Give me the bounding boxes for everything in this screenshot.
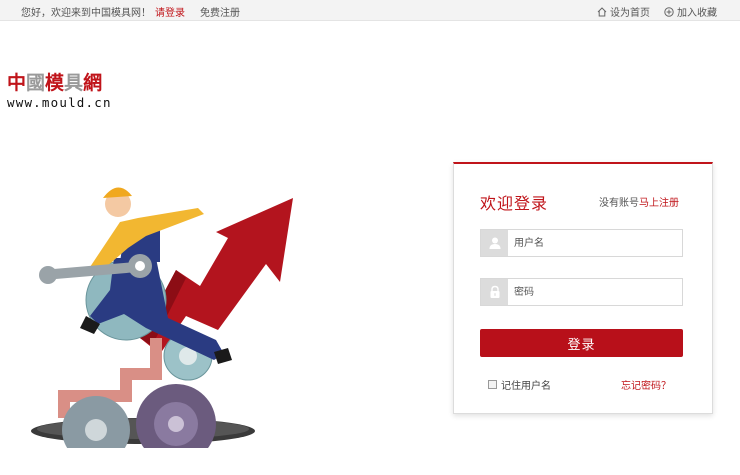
home-icon bbox=[597, 7, 607, 17]
login-button[interactable]: 登录 bbox=[480, 329, 683, 357]
set-home-label: 设为首页 bbox=[610, 8, 650, 19]
greeting-text: 您好，欢迎来到中国模具网！ bbox=[21, 8, 151, 19]
add-favorite-label: 加入收藏 bbox=[677, 8, 717, 19]
register-link[interactable]: 免费注册 bbox=[200, 4, 240, 19]
password-input[interactable] bbox=[514, 283, 674, 301]
logo-domain: www.mould.cn bbox=[7, 95, 112, 110]
set-home-link[interactable]: 设为首页 bbox=[597, 4, 650, 19]
site-logo[interactable]: 中國模具網 www.mould.cn bbox=[7, 72, 112, 110]
login-card: 欢迎登录 没有账号马上注册 登录 记住用户名 忘记密码？ bbox=[453, 162, 713, 414]
top-bar: 您好，欢迎来到中国模具网！ 请登录 免费注册 设为首页 加入收藏 bbox=[0, 0, 740, 21]
remember-username[interactable]: 记住用户名 bbox=[488, 377, 551, 392]
username-input[interactable] bbox=[514, 234, 674, 252]
login-link[interactable]: 请登录 bbox=[155, 4, 185, 19]
login-title: 欢迎登录 bbox=[480, 194, 549, 213]
username-field[interactable] bbox=[480, 229, 683, 257]
remember-label: 记住用户名 bbox=[501, 381, 551, 392]
no-account-text: 没有账号 bbox=[599, 198, 639, 209]
remember-checkbox[interactable] bbox=[488, 380, 497, 389]
register-prompt: 没有账号马上注册 bbox=[599, 194, 679, 209]
password-field[interactable] bbox=[480, 278, 683, 306]
add-circle-icon bbox=[664, 7, 674, 17]
add-favorite-link[interactable]: 加入收藏 bbox=[664, 4, 717, 19]
user-icon bbox=[481, 230, 508, 256]
register-now-link[interactable]: 马上注册 bbox=[639, 198, 679, 209]
forgot-password-link[interactable]: 忘记密码？ bbox=[621, 377, 671, 392]
logo-chinese: 中國模具網 bbox=[7, 72, 103, 94]
worker-gears-illustration bbox=[31, 187, 293, 448]
lock-icon bbox=[481, 279, 508, 305]
